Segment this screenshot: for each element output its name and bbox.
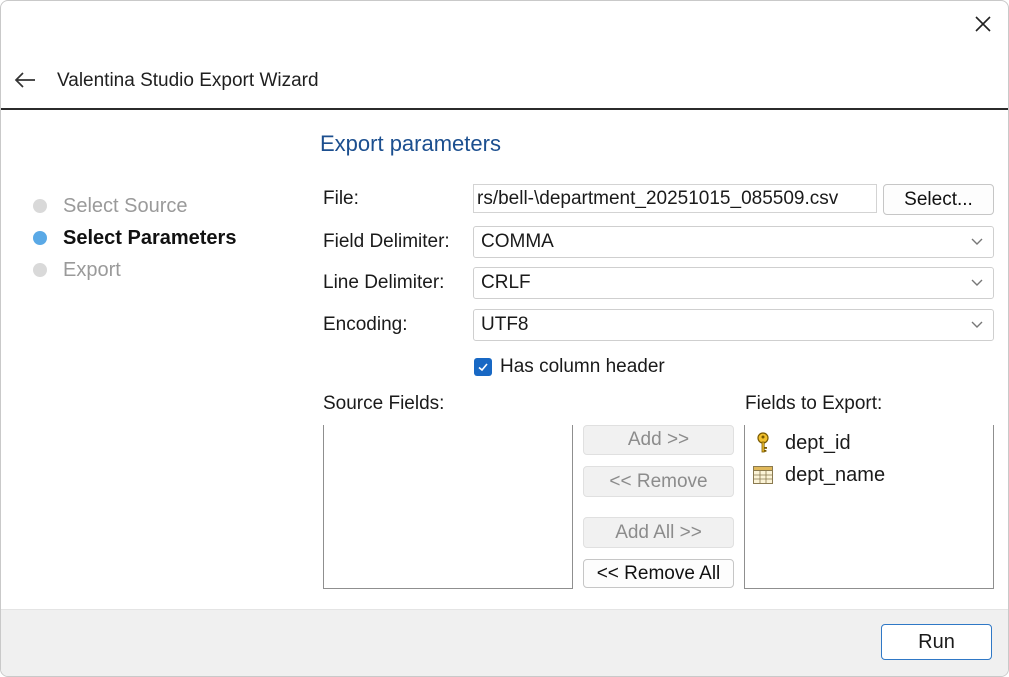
- step-export[interactable]: Export: [33, 254, 236, 286]
- key-icon: [753, 432, 773, 454]
- chevron-down-icon: [971, 279, 983, 286]
- export-wizard-window: Valentina Studio Export Wizard Select So…: [0, 0, 1009, 677]
- title-divider: [1, 108, 1008, 110]
- list-item[interactable]: dept_id: [753, 429, 851, 457]
- encoding-label: Encoding:: [323, 314, 408, 335]
- run-button[interactable]: Run: [881, 624, 992, 660]
- add-button[interactable]: Add >>: [583, 425, 734, 455]
- field-name: dept_id: [785, 431, 851, 454]
- field-delimiter-value: COMMA: [481, 231, 554, 252]
- chevron-down-icon: [971, 238, 983, 245]
- remove-all-button[interactable]: << Remove All: [583, 559, 734, 588]
- close-icon: [975, 16, 991, 32]
- step-indicator-icon: [33, 231, 47, 245]
- line-delimiter-select[interactable]: CRLF: [473, 267, 994, 299]
- step-label: Select Source: [63, 194, 188, 217]
- fields-to-export-list[interactable]: dept_id dept_name: [744, 425, 994, 589]
- field-delimiter-label: Field Delimiter:: [323, 231, 450, 252]
- remove-button[interactable]: << Remove: [583, 466, 734, 497]
- encoding-value: UTF8: [481, 314, 529, 335]
- list-item[interactable]: dept_name: [753, 461, 885, 489]
- field-name: dept_name: [785, 463, 886, 486]
- back-arrow-icon: [14, 72, 35, 88]
- file-label: File:: [323, 188, 359, 209]
- step-indicator-icon: [33, 263, 47, 277]
- step-label: Export: [63, 258, 121, 281]
- window-title: Valentina Studio Export Wizard: [57, 70, 319, 91]
- field-delimiter-select[interactable]: COMMA: [473, 226, 994, 258]
- table-field-icon: [753, 464, 773, 486]
- back-button[interactable]: [11, 65, 39, 95]
- file-path-input[interactable]: rs/bell-\department_20251015_085509.csv: [473, 184, 877, 213]
- add-all-button[interactable]: Add All >>: [583, 517, 734, 548]
- checkmark-icon: [478, 363, 488, 372]
- encoding-select[interactable]: UTF8: [473, 309, 994, 341]
- step-select-source[interactable]: Select Source: [33, 190, 236, 222]
- fields-to-export-label: Fields to Export:: [745, 393, 883, 414]
- step-indicator-icon: [33, 199, 47, 213]
- step-select-parameters[interactable]: Select Parameters: [33, 222, 236, 254]
- select-file-button[interactable]: Select...: [883, 184, 994, 215]
- chevron-down-icon: [971, 321, 983, 328]
- wizard-steps: Select Source Select Parameters Export: [33, 190, 236, 286]
- source-fields-list[interactable]: [323, 425, 573, 589]
- has-column-header-label[interactable]: Has column header: [500, 356, 665, 378]
- has-column-header-checkbox[interactable]: [474, 358, 492, 376]
- step-label: Select Parameters: [63, 226, 237, 249]
- line-delimiter-label: Line Delimiter:: [323, 272, 445, 293]
- close-button[interactable]: [968, 9, 998, 39]
- wizard-footer: Run: [1, 609, 1008, 676]
- line-delimiter-value: CRLF: [481, 272, 531, 293]
- source-fields-label: Source Fields:: [323, 393, 445, 414]
- section-title: Export parameters: [320, 131, 501, 156]
